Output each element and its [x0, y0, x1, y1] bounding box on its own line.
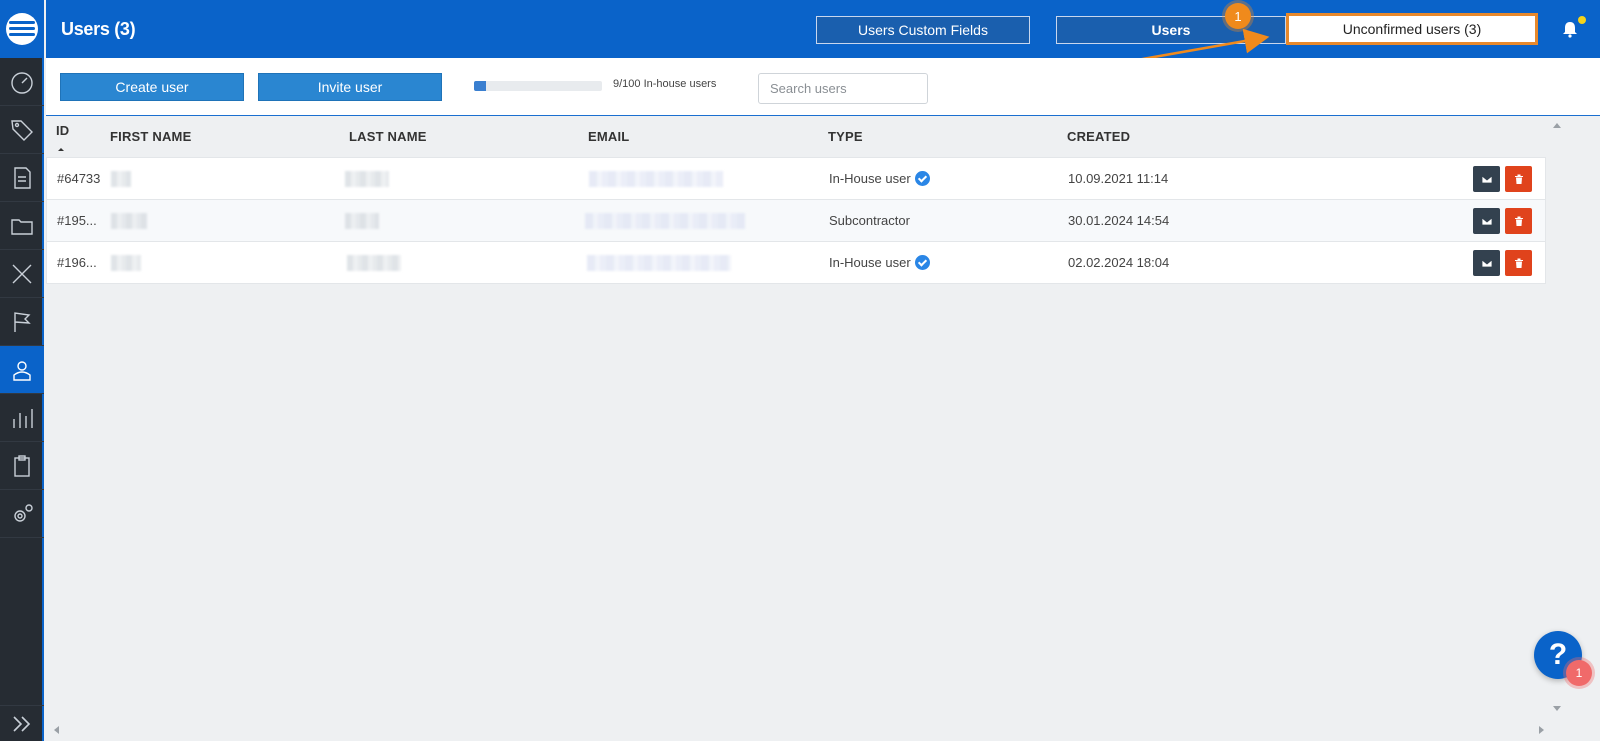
user-type: In-House user [829, 171, 930, 186]
table-row[interactable]: #196... In-House user 02.02.2024 18:04 [46, 242, 1546, 284]
sidebar [0, 0, 44, 741]
user-id: #196... [57, 255, 97, 270]
redacted-first-name [111, 255, 141, 271]
table-row[interactable]: #195... Subcontractor 30.01.2024 14:54 [46, 200, 1546, 242]
header-bar: Users (3) Users Custom Fields Users Unco… [46, 0, 1600, 58]
delete-user-button[interactable] [1505, 208, 1532, 234]
nav-tags[interactable] [0, 106, 44, 154]
table-row[interactable]: #64733 In-House user 10.09.2021 11:14 [46, 158, 1546, 200]
ruler-pencil-icon [12, 264, 32, 283]
user-type-label: Subcontractor [829, 213, 910, 228]
user-icon [13, 360, 31, 381]
scroll-left-arrow[interactable] [54, 726, 59, 734]
step-badge: 1 [1225, 3, 1251, 29]
toolbar: Create user Invite user 9/100 In-house u… [46, 58, 1600, 116]
logo-icon [6, 13, 38, 45]
user-type-label: In-House user [829, 171, 911, 186]
search-users-input[interactable] [758, 73, 928, 104]
nav-checklists[interactable] [0, 442, 44, 490]
user-quota-text: 9/100 In-house users [613, 78, 717, 90]
unconfirmed-users-tab[interactable]: Unconfirmed users (3) [1286, 13, 1538, 45]
delete-user-button[interactable] [1505, 166, 1532, 192]
nav-tools[interactable] [0, 250, 44, 298]
redacted-email [589, 171, 723, 187]
tag-icon [11, 119, 33, 141]
column-header-first-name[interactable]: FIRST NAME [110, 129, 191, 144]
column-header-email[interactable]: EMAIL [588, 129, 629, 144]
envelope-icon [1481, 259, 1492, 268]
trash-icon [1514, 216, 1523, 226]
nav-statistics[interactable] [0, 394, 44, 442]
user-quota-fill [474, 81, 486, 91]
scroll-right-arrow[interactable] [1539, 726, 1544, 734]
trash-icon [1514, 258, 1523, 268]
verified-check-icon [914, 255, 930, 270]
bell-icon[interactable] [1561, 20, 1579, 38]
redacted-first-name [111, 213, 147, 229]
redacted-last-name [345, 213, 379, 229]
column-header-id[interactable]: ID [56, 123, 69, 138]
user-type: Subcontractor [829, 213, 910, 228]
nav-settings[interactable] [0, 490, 44, 538]
sort-ascending-icon [58, 148, 64, 151]
nav-documents[interactable] [0, 154, 44, 202]
invite-user-button[interactable]: Invite user [258, 73, 442, 101]
app-logo[interactable] [0, 0, 44, 58]
nav-milestones[interactable] [0, 298, 44, 346]
user-type-label: In-House user [829, 255, 911, 270]
gear-icon [14, 503, 33, 522]
resend-invite-button[interactable] [1473, 250, 1500, 276]
flag-icon [14, 311, 31, 332]
users-tab[interactable]: Users [1056, 16, 1286, 44]
redacted-email [585, 213, 745, 229]
redacted-last-name [347, 255, 401, 271]
user-created: 02.02.2024 18:04 [1068, 255, 1170, 270]
nav-dashboard[interactable] [0, 58, 44, 106]
help-notification-badge: 1 [1566, 660, 1592, 686]
users-custom-fields-tab[interactable]: Users Custom Fields [816, 16, 1030, 44]
user-created: 10.09.2021 11:14 [1068, 171, 1169, 186]
resend-invite-button[interactable] [1473, 166, 1500, 192]
user-id: #64733 [57, 171, 101, 186]
scroll-down-arrow[interactable] [1553, 706, 1561, 711]
clipboard-icon [14, 454, 30, 477]
envelope-icon [1481, 217, 1492, 226]
create-user-button[interactable]: Create user [60, 73, 244, 101]
user-created: 30.01.2024 14:54 [1068, 213, 1170, 228]
bar-chart-icon [13, 408, 33, 428]
column-header-last-name[interactable]: LAST NAME [349, 129, 427, 144]
envelope-icon [1481, 175, 1492, 184]
folder-icon [11, 218, 33, 235]
redacted-first-name [111, 171, 131, 187]
double-chevron-right-icon [13, 715, 31, 732]
delete-user-button[interactable] [1505, 250, 1532, 276]
user-type: In-House user [829, 255, 930, 270]
nav-folders[interactable] [0, 202, 44, 250]
trash-icon [1514, 174, 1523, 184]
users-table-body: #64733 In-House user 10.09.2021 11:14 #1… [46, 157, 1546, 284]
document-icon [14, 166, 31, 189]
nav-users[interactable] [0, 346, 44, 394]
user-id: #195... [57, 213, 97, 228]
sidebar-expand-button[interactable] [0, 705, 44, 741]
redacted-last-name [345, 171, 389, 187]
verified-check-icon [914, 171, 930, 186]
resend-invite-button[interactable] [1473, 208, 1500, 234]
page-title: Users (3) [61, 19, 136, 39]
user-quota-bar [474, 81, 602, 91]
redacted-email [587, 255, 731, 271]
notification-dot [1578, 16, 1586, 24]
gauge-icon [11, 71, 33, 94]
table-header: ID FIRST NAME LAST NAME EMAIL TYPE CREAT… [46, 117, 1546, 157]
column-header-created[interactable]: CREATED [1067, 129, 1130, 144]
column-header-type[interactable]: TYPE [828, 129, 863, 144]
scroll-up-arrow[interactable] [1553, 123, 1561, 128]
